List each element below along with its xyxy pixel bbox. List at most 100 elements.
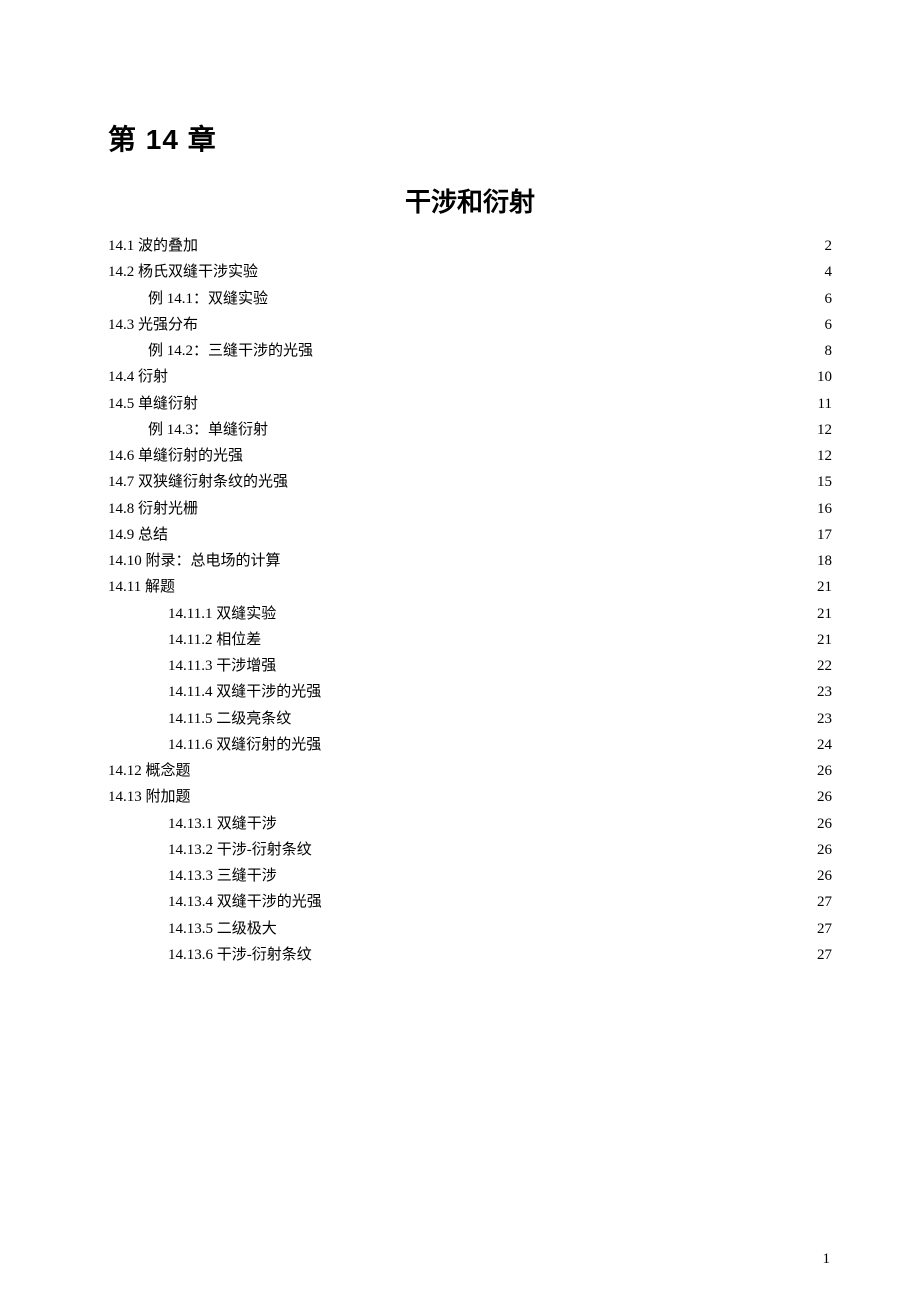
toc-entry[interactable]: 14.11 解题21 xyxy=(108,574,832,600)
toc-entry-page: 21 xyxy=(810,627,832,653)
toc-entry-label: 14.11.6 双缝衍射的光强 xyxy=(168,732,321,758)
toc-entry-page: 16 xyxy=(810,496,832,522)
chapter-title: 干涉和衍射 xyxy=(108,182,832,219)
toc-entry[interactable]: 例 14.3：单缝衍射 12 xyxy=(108,417,832,443)
toc-leader xyxy=(291,708,810,723)
toc-leader xyxy=(168,524,810,539)
toc-entry[interactable]: 14.2 杨氏双缝干涉实验4 xyxy=(108,259,832,285)
toc-entry-label: 14.11.5 二级亮条纹 xyxy=(168,706,291,732)
toc-leader xyxy=(198,498,810,513)
table-of-contents: 14.1 波的叠加 214.2 杨氏双缝干涉实验4例 14.1：双缝实验614.3… xyxy=(108,233,832,968)
toc-entry-label: 14.11.4 双缝干涉的光强 xyxy=(168,679,321,705)
toc-leader xyxy=(168,366,810,381)
toc-entry[interactable]: 14.1 波的叠加 2 xyxy=(108,233,832,259)
toc-entry[interactable]: 14.11.2 相位差 21 xyxy=(108,627,832,653)
toc-entry-label: 14.11.2 相位差 xyxy=(168,627,261,653)
toc-entry[interactable]: 14.13.6 干涉-衍射条纹27 xyxy=(108,942,832,968)
toc-entry-label: 14.8 衍射光栅 xyxy=(108,496,198,522)
toc-entry[interactable]: 14.10 附录：总电场的计算 18 xyxy=(108,548,832,574)
toc-leader xyxy=(277,865,810,880)
toc-entry-label: 14.11.1 双缝实验 xyxy=(168,601,276,627)
toc-entry-page: 26 xyxy=(810,784,832,810)
toc-entry[interactable]: 14.11.3 干涉增强 22 xyxy=(108,653,832,679)
toc-entry-page: 12 xyxy=(810,443,832,469)
toc-entry-page: 27 xyxy=(810,889,832,915)
toc-entry-page: 18 xyxy=(810,548,832,574)
toc-entry[interactable]: 14.11.4 双缝干涉的光强 23 xyxy=(108,679,832,705)
toc-entry-page: 17 xyxy=(810,522,832,548)
toc-entry[interactable]: 14.13.3 三缝干涉 26 xyxy=(108,863,832,889)
toc-entry[interactable]: 14.7 双狭缝衍射条纹的光强15 xyxy=(108,469,832,495)
toc-entry-label: 14.3 光强分布 xyxy=(108,312,198,338)
toc-leader xyxy=(261,629,810,644)
toc-entry-page: 22 xyxy=(810,653,832,679)
toc-entry[interactable]: 14.13.1 双缝干涉 26 xyxy=(108,811,832,837)
toc-entry-page: 24 xyxy=(810,732,832,758)
toc-entry-page: 26 xyxy=(810,758,832,784)
toc-entry[interactable]: 14.3 光强分布 6 xyxy=(108,312,832,338)
toc-entry-page: 23 xyxy=(810,706,832,732)
toc-leader xyxy=(288,471,810,486)
toc-entry-label: 14.10 附录：总电场的计算 xyxy=(108,548,281,574)
toc-entry-label: 例 14.2：三缝干涉的光强 xyxy=(148,338,313,364)
toc-entry-label: 14.12 概念题 xyxy=(108,758,191,784)
toc-leader xyxy=(322,891,810,906)
toc-leader xyxy=(175,576,810,591)
toc-entry-label: 14.13.2 干涉-衍射条纹 xyxy=(168,837,312,863)
toc-entry[interactable]: 14.6 单缝衍射的光强 12 xyxy=(108,443,832,469)
toc-leader xyxy=(198,314,810,329)
toc-entry-page: 12 xyxy=(810,417,832,443)
toc-entry[interactable]: 14.13.2 干涉-衍射条纹26 xyxy=(108,837,832,863)
toc-entry-page: 6 xyxy=(810,312,832,338)
toc-entry-label: 14.11.3 干涉增强 xyxy=(168,653,276,679)
toc-entry[interactable]: 14.11.5 二级亮条纹 23 xyxy=(108,706,832,732)
toc-entry-label: 14.13.5 二级极大 xyxy=(168,916,277,942)
toc-entry[interactable]: 14.11.1 双缝实验21 xyxy=(108,601,832,627)
toc-entry-label: 14.11 解题 xyxy=(108,574,175,600)
toc-leader xyxy=(191,760,810,775)
toc-entry-page: 27 xyxy=(810,916,832,942)
toc-entry[interactable]: 14.13.5 二级极大 27 xyxy=(108,916,832,942)
toc-entry-page: 27 xyxy=(810,942,832,968)
toc-leader xyxy=(277,813,810,828)
toc-leader xyxy=(277,918,810,933)
toc-entry[interactable]: 14.13.4 双缝干涉的光强 27 xyxy=(108,889,832,915)
toc-entry[interactable]: 例 14.1：双缝实验6 xyxy=(108,286,832,312)
toc-entry-label: 14.1 波的叠加 xyxy=(108,233,198,259)
toc-entry-label: 14.13.3 三缝干涉 xyxy=(168,863,277,889)
toc-leader xyxy=(268,288,810,303)
toc-entry[interactable]: 14.12 概念题 26 xyxy=(108,758,832,784)
toc-entry-page: 4 xyxy=(810,259,832,285)
toc-leader xyxy=(258,261,810,276)
toc-entry-page: 11 xyxy=(810,391,832,417)
toc-entry-page: 23 xyxy=(810,679,832,705)
toc-leader xyxy=(281,550,810,565)
toc-entry[interactable]: 14.11.6 双缝衍射的光强 24 xyxy=(108,732,832,758)
toc-entry-label: 14.7 双狭缝衍射条纹的光强 xyxy=(108,469,288,495)
toc-entry[interactable]: 例 14.2：三缝干涉的光强 8 xyxy=(108,338,832,364)
toc-entry-label: 14.13.1 双缝干涉 xyxy=(168,811,277,837)
toc-leader xyxy=(243,445,810,460)
toc-entry[interactable]: 14.4 衍射10 xyxy=(108,364,832,390)
toc-leader xyxy=(312,839,810,854)
toc-leader xyxy=(198,393,810,408)
toc-leader xyxy=(276,655,810,670)
toc-entry-label: 14.13.4 双缝干涉的光强 xyxy=(168,889,322,915)
toc-leader xyxy=(321,681,810,696)
toc-entry[interactable]: 14.8 衍射光栅 16 xyxy=(108,496,832,522)
toc-entry-page: 26 xyxy=(810,863,832,889)
toc-entry-page: 2 xyxy=(810,233,832,259)
toc-entry-page: 10 xyxy=(810,364,832,390)
toc-entry-page: 6 xyxy=(810,286,832,312)
toc-leader xyxy=(276,603,810,618)
toc-entry-label: 例 14.3：单缝衍射 xyxy=(148,417,268,443)
toc-entry[interactable]: 14.5 单缝衍射11 xyxy=(108,391,832,417)
toc-entry[interactable]: 14.9 总结17 xyxy=(108,522,832,548)
toc-entry-page: 8 xyxy=(810,338,832,364)
page-number: 1 xyxy=(823,1251,831,1268)
chapter-heading: 第 14 章 xyxy=(108,118,832,158)
toc-entry-label: 14.6 单缝衍射的光强 xyxy=(108,443,243,469)
toc-entry[interactable]: 14.13 附加题26 xyxy=(108,784,832,810)
toc-entry-page: 26 xyxy=(810,811,832,837)
toc-leader xyxy=(312,944,810,959)
